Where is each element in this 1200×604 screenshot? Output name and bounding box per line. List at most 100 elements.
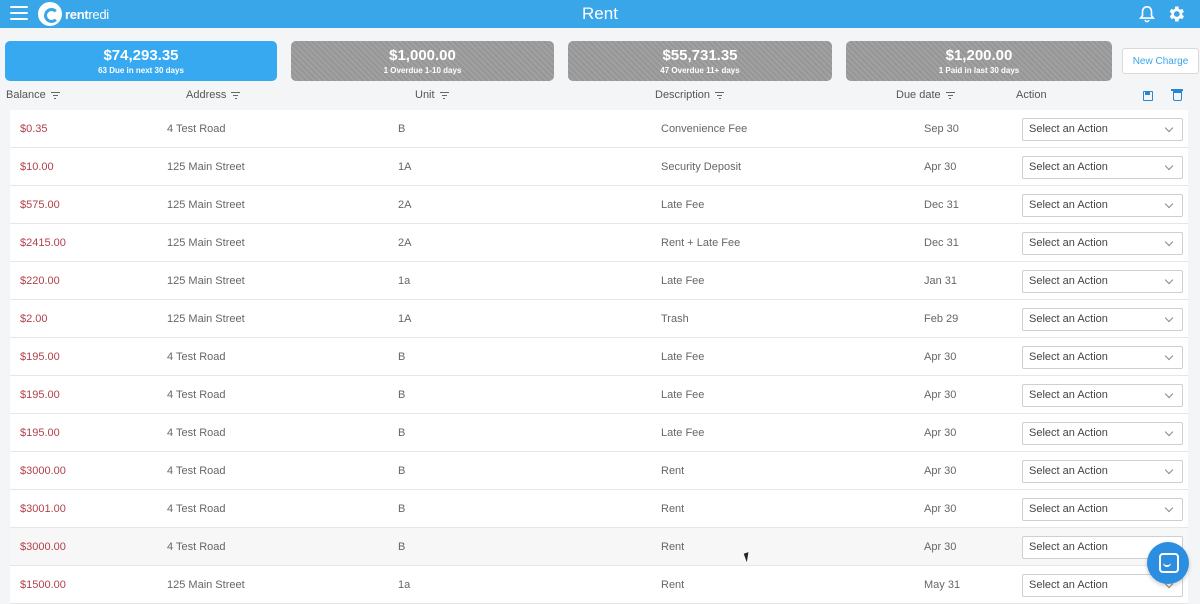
table-row[interactable]: $1500.00 125 Main Street 1a Rent May 31 … [10, 566, 1188, 604]
unit-cell: B [398, 503, 406, 515]
table-row[interactable]: $3000.00 4 Test Road B Rent Apr 30 Selec… [10, 452, 1188, 490]
summary-card-due-30-days[interactable]: $74,293.35 63 Due in next 30 days [5, 41, 277, 81]
description-cell: Rent [661, 579, 685, 591]
balance-cell: $3000.00 [20, 465, 66, 477]
column-label: Description [655, 89, 711, 101]
balance-cell: $195.00 [20, 389, 60, 401]
save-icon[interactable] [1143, 91, 1153, 101]
due-date-cell: Apr 30 [924, 389, 957, 401]
chat-launcher-icon[interactable] [1147, 542, 1189, 584]
table-row[interactable]: $10.00 125 Main Street 1A Security Depos… [10, 148, 1188, 186]
description-cell: Late Fee [661, 275, 705, 287]
column-label: Unit [415, 89, 435, 101]
due-date-cell: Dec 31 [924, 237, 959, 249]
address-cell: 125 Main Street [167, 199, 245, 211]
summary-card-paid-30-days[interactable]: $1,200.00 1 Paid in last 30 days [846, 41, 1112, 81]
action-select-value: Select an Action [1029, 237, 1108, 249]
card-amount: $74,293.35 [103, 47, 179, 64]
filter-icon[interactable] [231, 91, 241, 99]
card-label: 1 Overdue 1-10 days [383, 66, 462, 75]
due-date-cell: Apr 30 [924, 351, 957, 363]
page-title: Rent [582, 4, 618, 23]
unit-cell: B [398, 427, 406, 439]
column-header-unit[interactable]: Unit [415, 89, 449, 101]
action-select-value: Select an Action [1029, 161, 1108, 173]
table-row[interactable]: $3001.00 4 Test Road B Rent Apr 30 Selec… [10, 490, 1188, 528]
description-cell: Rent [661, 503, 685, 515]
action-select[interactable]: Select an Action [1022, 384, 1183, 407]
description-cell: Trash [661, 313, 689, 325]
unit-cell: 1a [398, 275, 411, 287]
unit-cell: B [398, 123, 406, 135]
unit-cell: B [398, 351, 406, 363]
card-amount: $55,731.35 [662, 47, 738, 64]
action-select[interactable]: Select an Action [1022, 498, 1183, 521]
table-row[interactable]: $220.00 125 Main Street 1a Late Fee Jan … [10, 262, 1188, 300]
action-select[interactable]: Select an Action [1022, 156, 1183, 179]
filter-icon[interactable] [50, 91, 60, 99]
action-select-value: Select an Action [1029, 465, 1108, 477]
table-row[interactable]: $0.35 4 Test Road B Convenience Fee Sep … [10, 110, 1188, 148]
table-row[interactable]: $195.00 4 Test Road B Late Fee Apr 30 Se… [10, 376, 1188, 414]
column-label: Action [1016, 89, 1047, 101]
due-date-cell: Apr 30 [924, 503, 957, 515]
chevron-down-icon [1164, 351, 1174, 361]
charges-table-body: $0.35 4 Test Road B Convenience Fee Sep … [10, 110, 1188, 604]
action-select-value: Select an Action [1029, 541, 1108, 553]
column-header-description[interactable]: Description [655, 89, 725, 101]
column-header-balance[interactable]: Balance [6, 89, 60, 101]
unit-cell: 1A [398, 313, 412, 325]
action-select-value: Select an Action [1029, 579, 1108, 591]
bell-icon[interactable] [1138, 5, 1156, 23]
chevron-down-icon [1164, 503, 1174, 513]
new-charge-button[interactable]: New Charge [1122, 48, 1199, 74]
balance-cell: $1500.00 [20, 579, 66, 591]
gear-icon[interactable] [1166, 4, 1186, 24]
top-app-bar: rentredi Rent [0, 0, 1200, 28]
balance-cell: $195.00 [20, 351, 60, 363]
filter-icon[interactable] [715, 91, 725, 99]
table-row[interactable]: $2.00 125 Main Street 1A Trash Feb 29 Se… [10, 300, 1188, 338]
address-cell: 4 Test Road [167, 351, 226, 363]
action-select[interactable]: Select an Action [1022, 270, 1183, 293]
column-label: Balance [6, 89, 46, 101]
description-cell: Late Fee [661, 389, 705, 401]
action-select[interactable]: Select an Action [1022, 422, 1183, 445]
unit-cell: 2A [398, 237, 412, 249]
table-row[interactable]: $2415.00 125 Main Street 2A Rent + Late … [10, 224, 1188, 262]
filter-icon[interactable] [945, 91, 955, 99]
action-select[interactable]: Select an Action [1022, 346, 1183, 369]
table-row[interactable]: $3000.00 4 Test Road B Rent Apr 30 Selec… [10, 528, 1188, 566]
column-header-due-date[interactable]: Due date [896, 89, 955, 101]
address-cell: 125 Main Street [167, 275, 245, 287]
action-select[interactable]: Select an Action [1022, 308, 1183, 331]
table-row[interactable]: $195.00 4 Test Road B Late Fee Apr 30 Se… [10, 338, 1188, 376]
column-header-action: Action [1016, 89, 1047, 101]
action-select[interactable]: Select an Action [1022, 232, 1183, 255]
address-cell: 4 Test Road [167, 427, 226, 439]
column-label: Due date [896, 89, 941, 101]
due-date-cell: Jan 31 [924, 275, 958, 287]
description-cell: Rent [661, 465, 685, 477]
balance-cell: $195.00 [20, 427, 60, 439]
summary-card-overdue-1-10[interactable]: $1,000.00 1 Overdue 1-10 days [291, 41, 554, 81]
filter-icon[interactable] [439, 91, 449, 99]
action-select[interactable]: Select an Action [1022, 118, 1183, 141]
unit-cell: B [398, 465, 406, 477]
due-date-cell: Apr 30 [924, 541, 957, 553]
table-row[interactable]: $195.00 4 Test Road B Late Fee Apr 30 Se… [10, 414, 1188, 452]
summary-card-overdue-11-plus[interactable]: $55,731.35 47 Overdue 11+ days [568, 41, 832, 81]
balance-cell: $3000.00 [20, 541, 66, 553]
card-label: 1 Paid in last 30 days [938, 66, 1020, 75]
description-cell: Rent + Late Fee [661, 237, 741, 249]
action-select[interactable]: Select an Action [1022, 460, 1183, 483]
column-header-address[interactable]: Address [186, 89, 241, 101]
trash-icon[interactable] [1171, 89, 1183, 101]
action-select[interactable]: Select an Action [1022, 194, 1183, 217]
table-row[interactable]: $575.00 125 Main Street 2A Late Fee Dec … [10, 186, 1188, 224]
card-amount: $1,000.00 [389, 47, 456, 64]
description-cell: Late Fee [661, 199, 705, 211]
action-select-value: Select an Action [1029, 313, 1108, 325]
balance-cell: $10.00 [20, 161, 54, 173]
unit-cell: 1A [398, 161, 412, 173]
